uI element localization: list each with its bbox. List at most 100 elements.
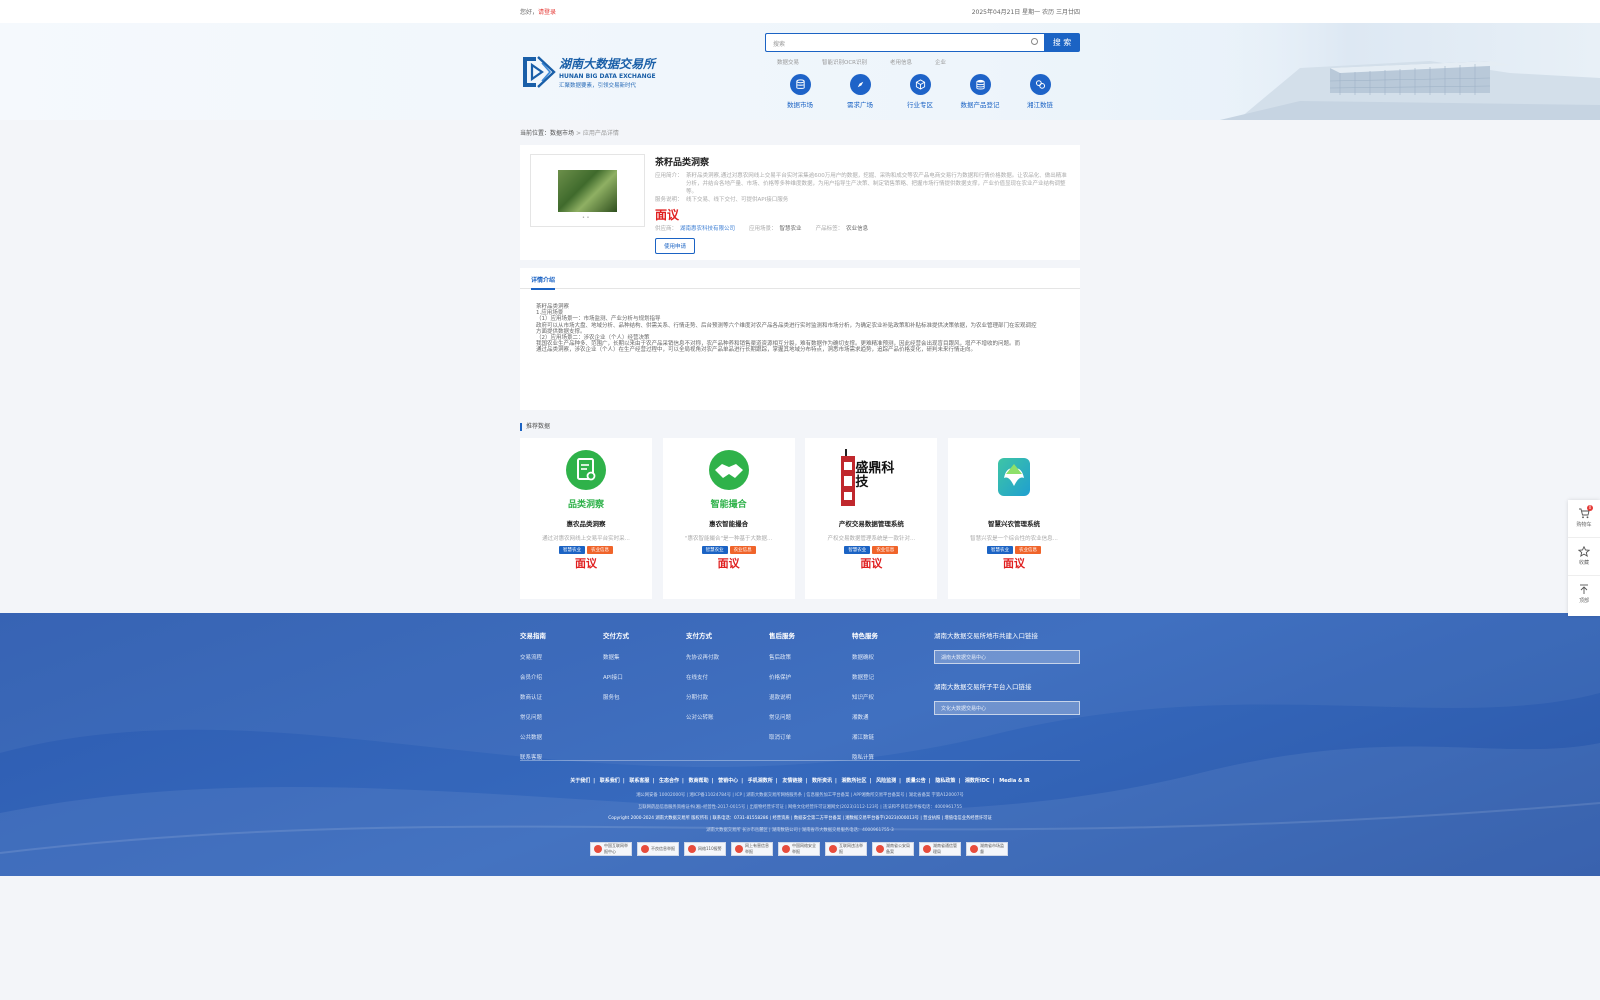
site-logo[interactable]: 湖南大数据交易所 HUNAN BIG DATA EXCHANGE 汇聚数据要素，… (520, 52, 670, 92)
collect-button[interactable]: 收藏 (1568, 538, 1600, 576)
search-icon (1031, 38, 1038, 45)
footer-nav-link[interactable]: 联系我们 (600, 778, 620, 784)
footer-nav-link[interactable]: 湘数所IDC (965, 778, 990, 784)
search-input[interactable]: 搜索 (765, 33, 1044, 52)
footer-nav-link[interactable]: 数商帮助 (689, 778, 709, 784)
footer-nav-link[interactable]: 数所资讯 (812, 778, 832, 784)
recommend-card[interactable]: 智慧兴农管理系统 智慧兴农是一个综合性的农业信息... 智慧农业 农业信息 面议 (947, 438, 1080, 599)
footer-nav-link[interactable]: 风险监测 (876, 778, 896, 784)
tab-detail[interactable]: 详情介绍 (531, 275, 556, 290)
footer-link[interactable]: 数据集 (603, 653, 686, 661)
tag-badge: 智慧农业 (986, 546, 1013, 554)
product-price: 面议 (655, 208, 680, 222)
footer-link[interactable]: 售后政策 (769, 653, 852, 661)
date-text: 2025年04月21日 星期一 农历 三月廿四 (971, 9, 1080, 16)
footer-link[interactable]: 湘数通 (852, 713, 935, 721)
search-bar: 搜索 搜 索 (765, 33, 1080, 52)
footer-link[interactable]: 会员介绍 (520, 673, 603, 681)
footer-link[interactable]: 分期付款 (686, 693, 769, 701)
footer-nav-link[interactable]: 手机湘数所 (748, 778, 773, 784)
footer-nav-link[interactable]: 生态合作 (659, 778, 679, 784)
greeting: 您好，请登录 (520, 9, 557, 16)
footer-certification-badges: 中国互联网举报中心 不良信息举报 网络110报警 网上有害信息举报 中国网络安全… (590, 842, 1008, 856)
footer-nav-link[interactable]: 质量公告 (906, 778, 926, 784)
product-intro: 茶籽品类洞察,通过对惠农网线上交易平台实时采集逾600万用户的数据，挖掘、采购和… (686, 173, 1067, 195)
footer-nav-link[interactable]: 关于我们 (570, 778, 590, 784)
certification-badge[interactable]: 中国互联网举报中心 (590, 842, 632, 856)
certification-badge[interactable]: 网上有害信息举报 (731, 842, 773, 856)
footer-nav-link[interactable]: 隐私政策 (935, 778, 955, 784)
product-card: • • 茶籽品类洞察 应用简介： 茶籽品类洞察,通过对惠农网线上交易平台实时采集… (520, 145, 1080, 260)
tag-badge: 智慧农业 (701, 546, 728, 554)
footer-link[interactable]: 取消订单 (769, 733, 852, 741)
hot-keyword[interactable]: 数据交易 (777, 58, 799, 66)
footer-nav-link[interactable]: 湘数所社区 (842, 778, 867, 784)
star-icon (1577, 545, 1591, 557)
footer-link[interactable]: 数据登记 (852, 673, 935, 681)
badge-icon (594, 845, 602, 853)
detail-panel: 详情介绍 茶籽品类洞察 1.应用场景 （1）应用场景一：市场监测、产业分析与规划… (520, 268, 1080, 410)
supplier-link[interactable]: 湖南惠农科技有限公司 (680, 224, 735, 232)
detail-content: 茶籽品类洞察 1.应用场景 （1）应用场景一：市场监测、产业分析与规划指导 政府… (536, 304, 1037, 354)
badge-icon (782, 845, 790, 853)
back-to-top-button[interactable]: 顶部 (1568, 576, 1600, 614)
recommend-card[interactable]: 智能撮合 惠农智能撮合 "惠农智能撮合"是一种基于大数据... 智慧农业 农业信息… (662, 438, 795, 599)
right-float-toolbar: 0 购物车 收藏 顶部 (1568, 500, 1600, 616)
compass-icon (857, 81, 863, 88)
nav-product-register[interactable]: 数据产品登记 (950, 74, 1010, 109)
footer-link[interactable]: 知识产权 (852, 693, 935, 701)
footer-link[interactable]: 在线支付 (686, 673, 769, 681)
product-service-desc: 线下交易、线下交付、可提供API接口服务 (686, 197, 789, 203)
footer-link[interactable]: 常见问题 (520, 713, 603, 721)
footer-nav-link[interactable]: Media & IR (999, 778, 1030, 784)
thumbnail-pager[interactable]: • • (582, 215, 590, 221)
login-link[interactable]: 请登录 (538, 9, 556, 16)
logo-slogan: 汇聚数据要素，引领交易新时代 (559, 83, 637, 89)
recommend-title: 推荐数据 (520, 423, 1080, 431)
nav-demand-square[interactable]: 需求广场 (830, 74, 890, 109)
footer-link[interactable]: API接口 (603, 673, 686, 681)
certification-badge[interactable]: 湖南省公安局备案 (872, 842, 914, 856)
footer-link[interactable]: 常见问题 (769, 713, 852, 721)
footer-link[interactable]: 交易流程 (520, 653, 603, 661)
badge-icon (688, 845, 696, 853)
certification-badge[interactable]: 湖南省市场监督 (966, 842, 1008, 856)
hot-keyword[interactable]: 老用信息 (890, 58, 912, 66)
certification-badge[interactable]: 中国网络安全举报 (778, 842, 820, 856)
certification-badge[interactable]: 湖南省通信管理局 (919, 842, 961, 856)
hot-keyword[interactable]: 智能识别OCR识别 (822, 58, 867, 66)
footer-nav-link[interactable]: 友情链接 (782, 778, 802, 784)
stack-icon (975, 79, 985, 90)
footer-link[interactable]: 公共数据 (520, 733, 603, 741)
subplatform-select[interactable]: 文化大数据交易中心 (934, 701, 1080, 715)
nav-xiangjiang-chain[interactable]: 湘江数链 (1010, 74, 1070, 109)
footer-link[interactable]: 退款说明 (769, 693, 852, 701)
badge-icon (829, 845, 837, 853)
search-button[interactable]: 搜 索 (1044, 33, 1080, 52)
nav-data-market[interactable]: 数据市场 (770, 74, 830, 109)
footer-link[interactable]: 先协议再付款 (686, 653, 769, 661)
city-portal-select[interactable]: 湖南大数据交易中心 (934, 650, 1080, 664)
certification-badge[interactable]: 网络110报警 (684, 842, 726, 856)
nav-industry-zone[interactable]: 行业专区 (890, 74, 950, 109)
cart-button[interactable]: 0 购物车 (1568, 500, 1600, 538)
footer-link[interactable]: 数商认证 (520, 693, 603, 701)
footer-link[interactable]: 价格保护 (769, 673, 852, 681)
footer-link[interactable]: 服务包 (603, 693, 686, 701)
footer-nav-link[interactable]: 联系客服 (629, 778, 649, 784)
hot-keyword[interactable]: 企业 (935, 58, 946, 66)
footer-divider (520, 760, 1080, 761)
smart-match-logo: 智能撮合 (697, 448, 761, 512)
footer-nav-link[interactable]: 营销中心 (718, 778, 738, 784)
certification-badge[interactable]: 互联网违法举报 (825, 842, 867, 856)
product-thumbnail[interactable]: • • (530, 154, 645, 227)
tag-badge: 农业信息 (587, 546, 613, 554)
certification-badge[interactable]: 不良信息举报 (637, 842, 679, 856)
recommend-card[interactable]: 盛鼎科技 产权交易数据管理系统 产权交易数据管理系统是一款针对... 智慧农业农… (805, 438, 938, 599)
footer-link[interactable]: 公对公转账 (686, 713, 769, 721)
footer-link[interactable]: 湘江数链 (852, 733, 935, 741)
footer-link[interactable]: 数据确权 (852, 653, 935, 661)
recommend-card[interactable]: 品类洞察 惠农品类洞察 通过对惠农网线上交易平台实时采... 智慧农业 农业信息 … (520, 438, 652, 599)
breadcrumb-market[interactable]: 数据市场 (550, 130, 574, 137)
apply-button[interactable]: 使用申请 (655, 238, 696, 254)
